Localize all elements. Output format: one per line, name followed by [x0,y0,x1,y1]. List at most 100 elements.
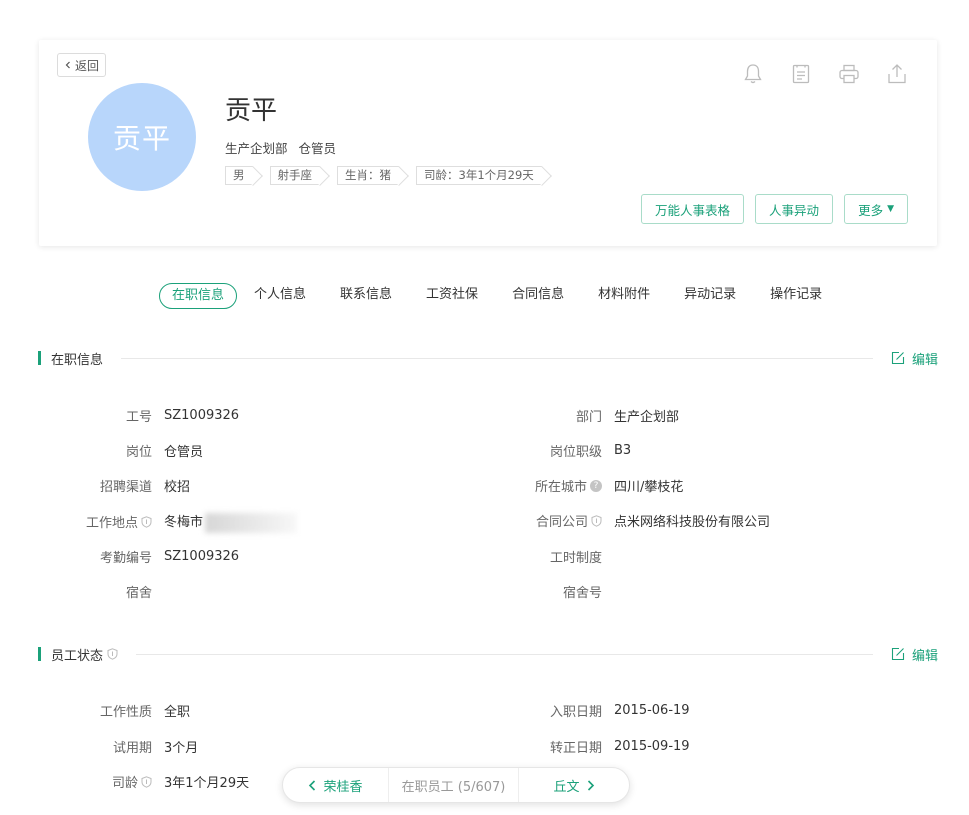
field-value: 冬梅市 [164,515,204,530]
field-dormitory: 宿舍 [39,582,164,601]
field-work-location: 工作地点 冬梅市 [39,511,298,533]
profile-tabs: 在职信息 个人信息 联系信息 工资社保 合同信息 材料附件 异动记录 操作记录 [159,283,856,309]
universal-form-button[interactable]: 万能人事表格 [641,194,745,224]
field-value: 3年1个月29天 [164,776,250,791]
field-label: 试用期 [112,741,152,756]
field-contract-company: 合同公司 点米网络科技股份有限公司 [489,511,770,530]
field-label: 所在城市 [534,480,587,495]
avatar-text: 贡平 [112,122,171,155]
edit-employment-button[interactable]: 编辑 [891,349,938,368]
field-label: 宿舍号 [562,586,602,601]
tag-zodiac: 射手座 [269,166,320,185]
section-accent-bar [38,351,41,365]
tab-contact[interactable]: 联系信息 [340,283,392,309]
field-value: 点米网络科技股份有限公司 [614,515,771,530]
section-divider [136,653,873,655]
field-work-type: 工作性质 全职 [39,701,190,720]
field-label: 宿舍 [125,586,152,601]
back-label: 返回 [75,58,100,73]
edit-status-button[interactable]: 编辑 [891,645,938,664]
pager-position: 在职员工 (5/607) [388,768,519,802]
header-toolbar [741,62,909,86]
chevron-right-icon [587,779,594,791]
status-title: 员工状态 [51,648,104,664]
edit-icon [891,647,905,661]
field-label: 考勤编号 [99,551,152,566]
header-actions: 万能人事表格 人事异动 更多 ▼ [641,194,908,224]
field-recruit-channel: 招聘渠道 校招 [39,476,190,495]
edit-label: 编辑 [911,352,938,368]
field-post-grade: 岗位职级 B3 [489,441,631,460]
avatar: 贡平 [88,83,196,191]
field-city: 所在城市 ? 四川/攀枝花 [489,476,683,495]
field-label: 入职日期 [549,705,602,720]
share-icon[interactable] [885,62,909,86]
field-hire-date: 入职日期 2015-06-19 [489,701,690,720]
caret-down-icon: ▼ [887,204,894,214]
tag-tenure: 司龄：3年1个月29天 [416,166,542,185]
field-value: 四川/攀枝花 [614,480,684,495]
section-divider [121,357,873,359]
transfer-button[interactable]: 人事异动 [755,194,834,224]
field-label: 合同公司 [535,515,588,530]
shield-icon [141,516,152,528]
next-employee-name: 丘文 [553,779,580,795]
tab-employment[interactable]: 在职信息 [159,283,238,309]
printer-icon[interactable] [837,62,861,86]
section-title: 员工状态 [51,645,118,664]
employee-header-card: 返回 贡平 贡平 生产企划部 仓管员 男 射手座 生肖：猪 司龄：3年1个月29… [39,40,937,246]
field-label: 部门 [575,410,602,425]
edit-label: 编辑 [911,648,938,664]
employee-department: 生产企划部 [225,141,288,156]
field-seniority: 司龄 3年1个月29天 [39,772,249,791]
shield-icon [591,514,602,527]
field-value: SZ1009326 [164,549,240,564]
field-label-wrap: 司龄 [39,772,152,791]
field-value: 生产企划部 [614,410,680,425]
more-label: 更多 [858,202,884,218]
field-value: 2015-06-19 [614,703,690,718]
section-title: 在职信息 [51,349,103,368]
chevron-left-icon [65,61,70,69]
field-value: 全职 [164,705,191,720]
employee-name: 贡平 [225,96,278,126]
prev-employee-button[interactable]: 荣桂香 [283,768,388,802]
field-dorm-number: 宿舍号 [489,582,614,601]
field-employee-id: 工号 SZ1009326 [39,406,239,425]
tag-chinese-zodiac: 生肖：猪 [337,166,399,185]
field-work-hours: 工时制度 [489,547,614,566]
field-label: 岗位 [125,445,152,460]
tab-contract[interactable]: 合同信息 [512,283,564,309]
field-label: 转正日期 [549,741,602,756]
field-value: 3个月 [164,741,199,756]
back-button[interactable]: 返回 [57,53,107,77]
field-value: B3 [614,443,632,458]
employment-title: 在职信息 [51,352,104,368]
employment-section-header: 在职信息 编辑 [38,349,938,368]
field-value-wrap: 冬梅市 [164,511,298,533]
field-label: 工号 [125,410,152,425]
field-probation: 试用期 3个月 [39,737,198,756]
field-label-wrap: 合同公司 [489,511,602,530]
bell-icon[interactable] [741,62,765,86]
chevron-left-icon [309,779,316,791]
field-label-wrap: 所在城市 ? [489,476,602,495]
help-icon[interactable]: ? [590,479,602,492]
field-post: 岗位 仓管员 [39,441,203,460]
tab-personal[interactable]: 个人信息 [254,283,306,309]
tab-payroll[interactable]: 工资社保 [426,283,478,309]
next-employee-button[interactable]: 丘文 [519,768,629,802]
edit-icon [891,351,905,365]
field-value: 校招 [164,480,191,495]
document-icon[interactable] [789,62,813,86]
field-label: 招聘渠道 [99,480,152,495]
tab-change-log[interactable]: 异动记录 [684,283,736,309]
field-label: 岗位职级 [549,445,602,460]
field-attendance-id: 考勤编号 SZ1009326 [39,547,239,566]
tab-attachments[interactable]: 材料附件 [598,283,650,309]
employee-pager: 荣桂香 在职员工 (5/607) 丘文 [282,767,630,803]
field-value: 2015-09-19 [614,739,690,754]
employee-position: 仓管员 [298,141,337,156]
more-button[interactable]: 更多 ▼ [844,194,908,224]
tab-operation-log[interactable]: 操作记录 [770,283,822,309]
